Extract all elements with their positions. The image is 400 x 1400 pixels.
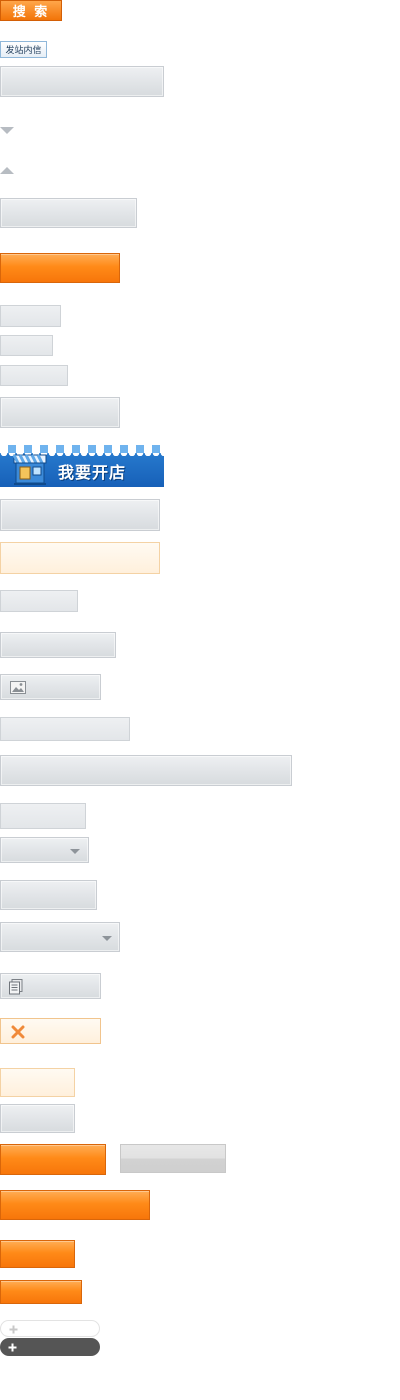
select-large[interactable] [0, 922, 120, 952]
orange-button-5[interactable] [0, 1280, 82, 1304]
shop-icon [12, 454, 47, 485]
chevron-down-icon[interactable] [0, 127, 14, 134]
gray-input-large[interactable] [0, 66, 164, 97]
plus-icon [9, 1325, 18, 1334]
disabled-button [120, 1144, 226, 1173]
image-button[interactable] [0, 674, 101, 700]
add-pill-dark[interactable] [0, 1338, 100, 1356]
select-small[interactable] [0, 837, 89, 863]
chevron-down-icon [70, 849, 80, 854]
gray-box-small-4[interactable] [0, 590, 78, 612]
orange-button-4[interactable] [0, 1240, 75, 1268]
orange-button-1[interactable] [0, 253, 120, 283]
close-button[interactable] [0, 1018, 101, 1044]
add-pill-light[interactable] [0, 1320, 100, 1337]
gray-box-small-3[interactable] [0, 365, 68, 386]
gray-button-5[interactable] [0, 1104, 75, 1133]
document-button[interactable] [0, 973, 101, 999]
gray-box-small-2[interactable] [0, 335, 53, 356]
highlight-input[interactable] [0, 542, 160, 574]
open-shop-label: 我要开店 [58, 463, 127, 482]
gray-button-3[interactable] [0, 632, 116, 658]
open-shop-banner[interactable]: 我要开店 [0, 445, 164, 487]
gray-button-1[interactable] [0, 198, 137, 228]
plus-icon [8, 1343, 17, 1351]
send-message-label: 发站内信 [5, 46, 42, 56]
gray-box-5[interactable] [0, 803, 86, 829]
search-button-label: 搜 索 [12, 5, 50, 20]
gray-bar-1[interactable] [0, 717, 130, 741]
send-message-button[interactable]: 发站内信 [0, 41, 47, 58]
gray-button-4[interactable] [0, 880, 97, 910]
chevron-up-icon[interactable] [0, 167, 14, 174]
gray-input-2[interactable] [0, 499, 160, 531]
gray-box-small-1[interactable] [0, 305, 61, 327]
orange-button-2[interactable] [0, 1144, 106, 1175]
image-icon [10, 681, 26, 694]
gray-input-wide[interactable] [0, 755, 292, 786]
close-icon [11, 1025, 25, 1039]
chevron-down-icon [102, 936, 112, 941]
highlight-box-small[interactable] [0, 1068, 75, 1097]
document-icon [9, 979, 23, 995]
search-button[interactable]: 搜 索 [0, 0, 62, 21]
orange-button-3[interactable] [0, 1190, 150, 1220]
gray-button-2[interactable] [0, 397, 120, 428]
